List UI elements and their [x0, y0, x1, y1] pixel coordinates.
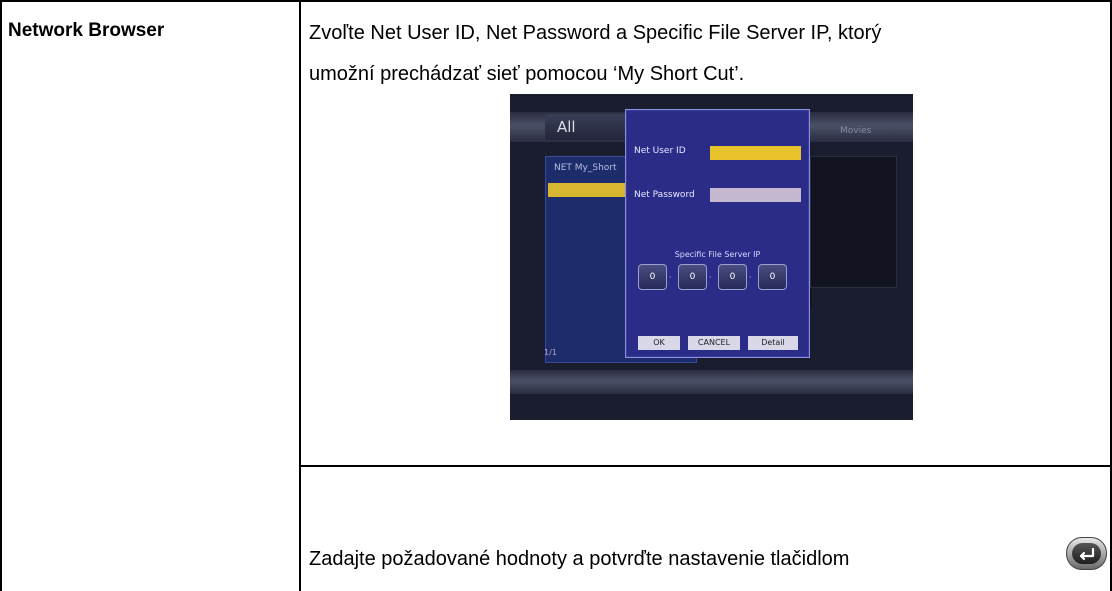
instruction-text: Zadajte požadované hodnoty a potvrďte na… — [309, 548, 850, 570]
bottom-band — [510, 370, 913, 394]
ip-octet-4[interactable]: 0 — [758, 264, 787, 290]
net-password-label: Net Password — [634, 190, 695, 200]
description-line-2: umožní prechádzať sieť pomocou ‘My Short… — [309, 63, 745, 85]
table-column-divider — [299, 0, 301, 591]
table-row-divider — [299, 465, 1112, 467]
page-indicator: 1/1 — [544, 348, 557, 357]
tab-movies: Movies — [840, 126, 872, 136]
specific-ip-label: Specific File Server IP — [674, 250, 761, 259]
row-label: Network Browser — [8, 20, 165, 41]
ip-octet-2[interactable]: 0 — [678, 264, 707, 290]
cancel-button[interactable]: CANCEL — [688, 336, 740, 350]
ip-dot: · — [709, 273, 712, 282]
table-top-border — [0, 0, 1112, 2]
enter-button-icon — [1066, 537, 1107, 570]
ip-dot: · — [669, 273, 672, 282]
net-list-header: NET My_Short — [554, 163, 617, 173]
ip-octet-3[interactable]: 0 — [718, 264, 747, 290]
tab-all: All — [545, 114, 637, 140]
ip-octet-1[interactable]: 0 — [638, 264, 667, 290]
ok-button[interactable]: OK — [638, 336, 680, 350]
net-user-id-label: Net User ID — [634, 146, 686, 156]
table-left-border — [0, 0, 2, 591]
description-line-1: Zvoľte Net User ID, Net Password a Speci… — [309, 22, 882, 44]
device-screenshot: All Movies NET My_Short 1/1 Net User ID … — [510, 94, 913, 420]
network-login-dialog: Net User ID Net Password Specific File S… — [625, 109, 810, 358]
net-password-field[interactable] — [710, 188, 801, 202]
detail-button[interactable]: Detail — [748, 336, 798, 350]
preview-pane — [810, 156, 897, 288]
net-user-id-field[interactable] — [710, 146, 801, 160]
ip-dot: · — [749, 273, 752, 282]
